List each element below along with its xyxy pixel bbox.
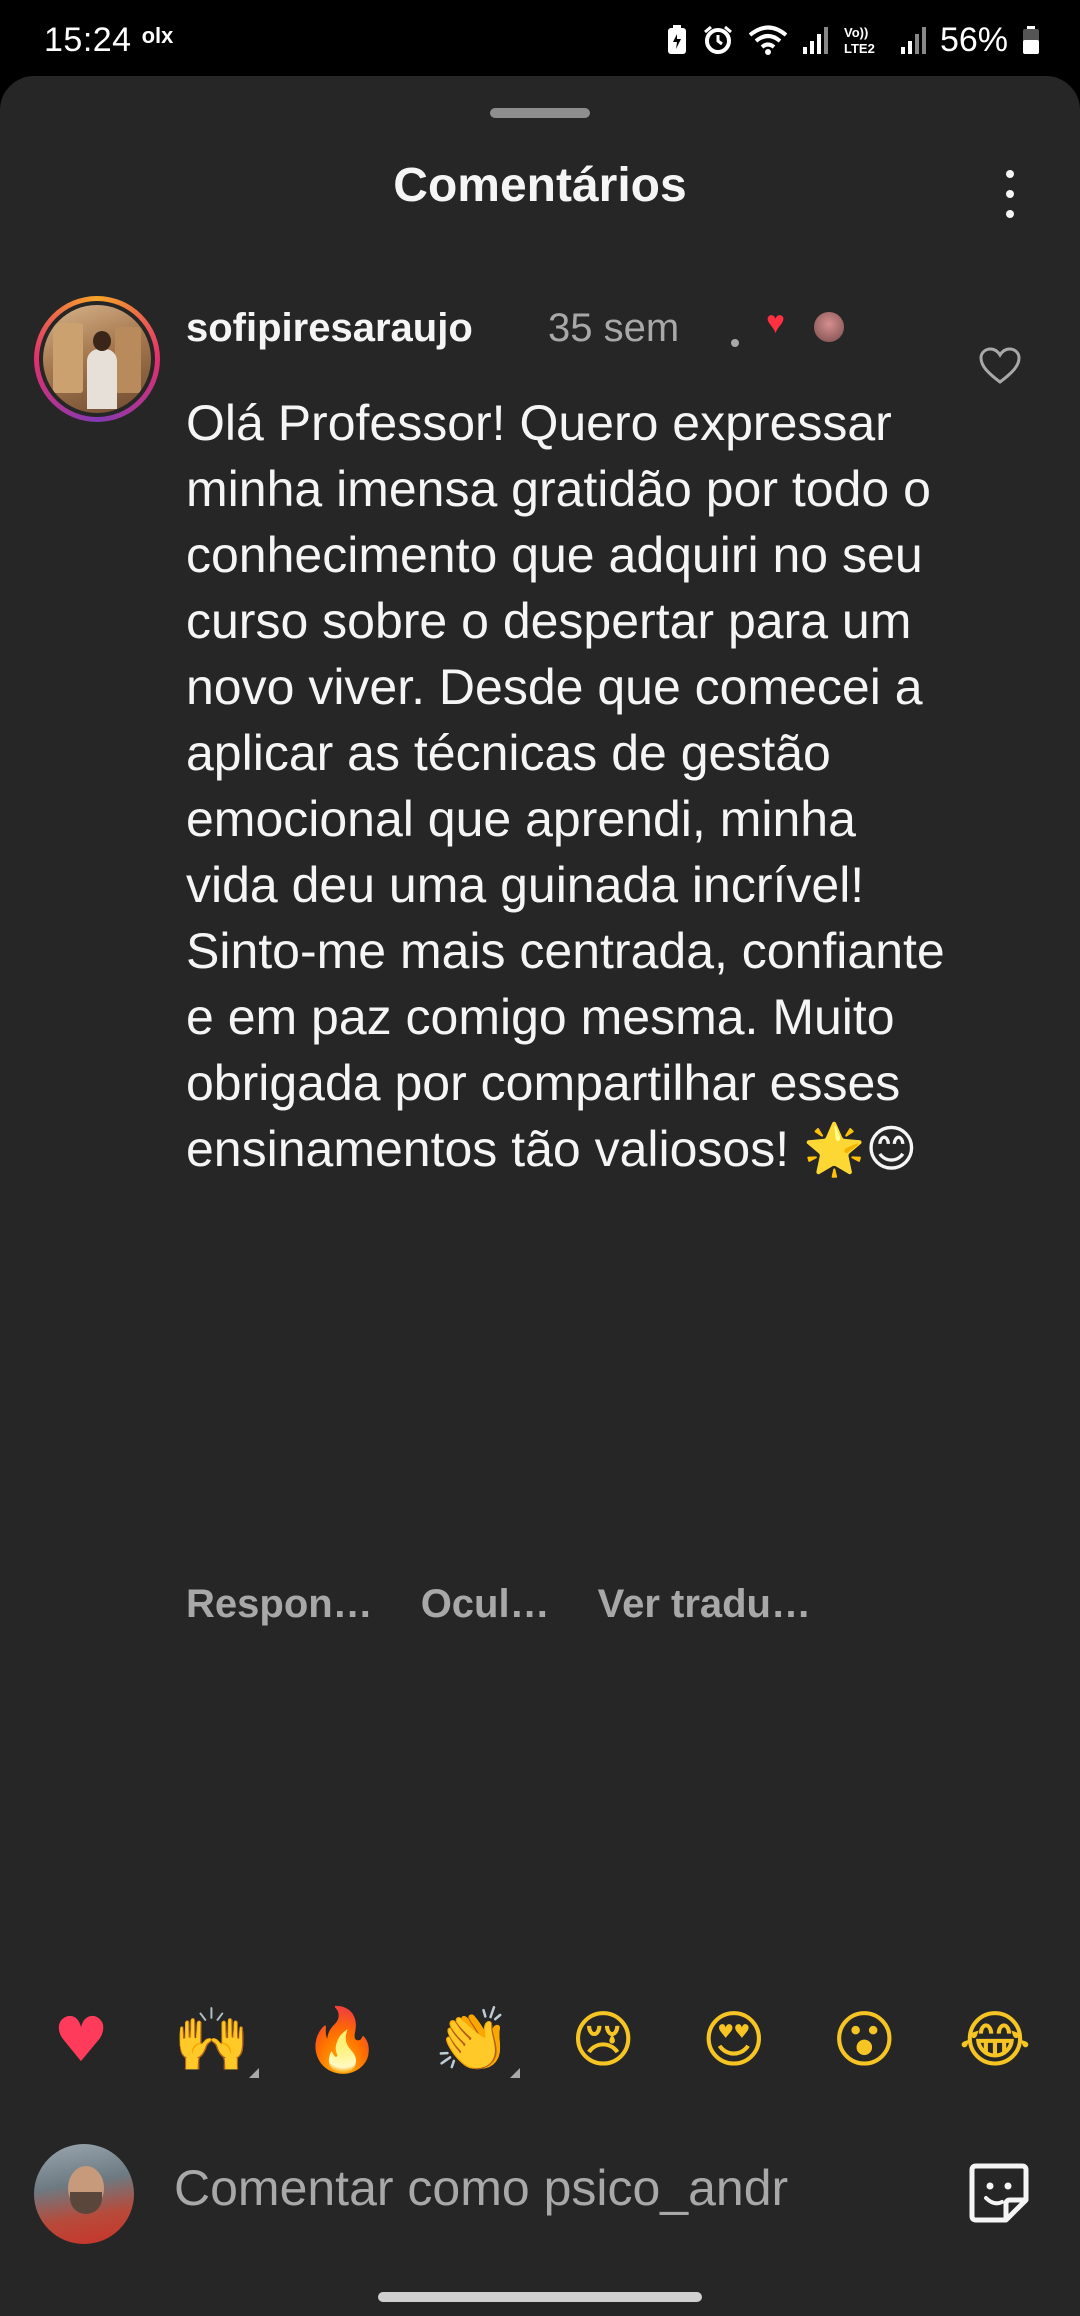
- sheet-title: Comentários: [393, 159, 687, 212]
- comment-username[interactable]: sofipiresaraujo: [186, 306, 473, 351]
- olx-notification-icon: olx: [141, 23, 174, 48]
- reply-button[interactable]: Respon…: [186, 1582, 373, 1627]
- wifi-icon: [748, 25, 788, 55]
- heart-eyes-emoji-button[interactable]: 😍: [691, 2004, 777, 2076]
- signal-icon: [802, 27, 828, 54]
- status-bar: 15:24 olx Vo)) LTE2 56%: [0, 0, 1080, 80]
- battery-saver-icon: [667, 25, 686, 54]
- more-dot: [1006, 170, 1014, 178]
- battery-percent: 56%: [939, 20, 1008, 59]
- sticker-icon[interactable]: [966, 2160, 1032, 2226]
- commenter-avatar[interactable]: [34, 296, 160, 422]
- creator-avatar: [812, 310, 846, 344]
- alarm-icon: [703, 25, 732, 54]
- signal-icon: [900, 27, 926, 54]
- comment-text: Olá Professor! Quero expressar minha ime…: [186, 395, 945, 1177]
- raised-hands-emoji-button[interactable]: 🙌: [169, 2004, 259, 2078]
- see-translation-button[interactable]: Ver tradu…: [598, 1582, 811, 1627]
- crying-face-emoji-button[interactable]: 😢: [560, 2004, 646, 2076]
- fire-emoji-button[interactable]: 🔥: [299, 2004, 385, 2076]
- more-dot: [1006, 210, 1014, 218]
- status-time: 15:24: [44, 20, 132, 59]
- svg-text:LTE2: LTE2: [844, 41, 875, 56]
- heart-emoji-button[interactable]: ♥: [38, 2004, 124, 2076]
- drag-handle[interactable]: [490, 108, 590, 118]
- more-options-button[interactable]: [990, 166, 1030, 222]
- quick-reactions-bar: ♥ 🙌 🔥 👏 😢 😍 😮 😂: [38, 2004, 1038, 2078]
- volte-icon: Vo)) LTE2: [844, 25, 875, 56]
- like-heart-icon[interactable]: [978, 346, 1022, 386]
- current-user-avatar: [34, 2144, 134, 2244]
- hide-button[interactable]: Ocul…: [421, 1582, 550, 1627]
- comment-input[interactable]: Comentar como psico_andr: [174, 2148, 930, 2228]
- creator-liked-heart-icon: ♥: [766, 304, 785, 340]
- clapping-emoji-button[interactable]: 👏: [430, 2004, 520, 2078]
- tears-of-joy-emoji-button[interactable]: 😂: [952, 2004, 1038, 2076]
- svg-text:Vo)): Vo)): [844, 25, 868, 40]
- separator-dot: [731, 339, 739, 347]
- home-indicator[interactable]: [378, 2292, 702, 2302]
- more-dot: [1006, 190, 1014, 198]
- surprised-face-emoji-button[interactable]: 😮: [821, 2004, 907, 2076]
- battery-icon: [1023, 26, 1039, 54]
- comment-actions: Respon… Ocul… Ver tradu…: [186, 1582, 811, 1627]
- comment-timestamp: 35 sem: [548, 306, 680, 350]
- comment-composer: Comentar como psico_andr: [0, 2130, 1080, 2250]
